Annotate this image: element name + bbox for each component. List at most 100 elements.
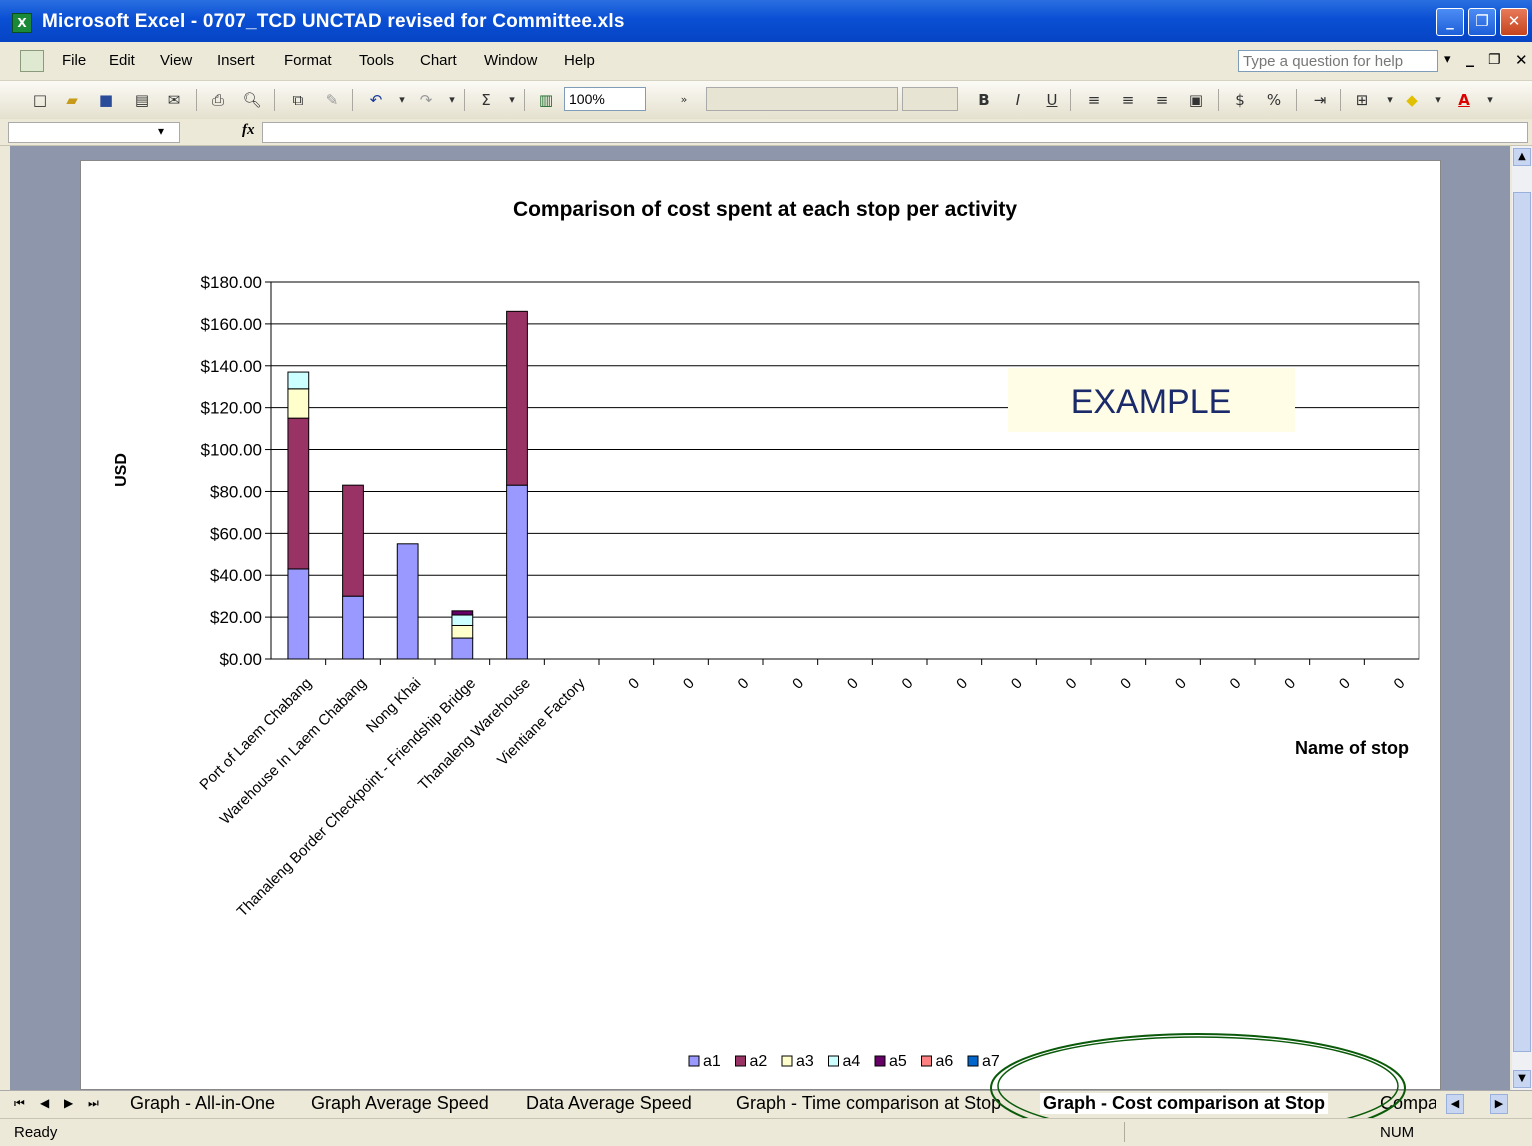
redo-icon[interactable]: ↷ (416, 90, 436, 110)
scroll-thumb[interactable] (1513, 192, 1531, 1052)
bold-button[interactable]: B (974, 90, 994, 110)
menu-view[interactable]: View (160, 52, 192, 69)
first-sheet-icon[interactable]: ⏮ (14, 1096, 25, 1111)
tab-graph-time-comparison[interactable]: Graph - Time comparison at Stop (736, 1093, 1004, 1114)
close-button[interactable]: ✕ (1500, 8, 1528, 36)
y-tick-label: $20.00 (210, 608, 262, 627)
align-left-icon[interactable]: ≡ (1084, 90, 1104, 110)
save-icon[interactable]: ■ (96, 90, 116, 110)
percent-button[interactable]: % (1264, 90, 1284, 110)
email-icon[interactable]: ✉ (164, 90, 184, 110)
minimize-button[interactable]: _ (1436, 8, 1464, 36)
borders-icon[interactable]: ⊞ (1352, 90, 1372, 110)
x-tick-label: 0 (625, 675, 643, 693)
font-color-dropdown-icon[interactable]: ▾ (1480, 90, 1500, 110)
tab-graph-all-in-one[interactable]: Graph - All-in-One (130, 1093, 275, 1114)
tab-data-average-speed[interactable]: Data Average Speed (526, 1093, 692, 1114)
scroll-up-button[interactable]: ▲ (1513, 148, 1531, 166)
underline-button[interactable]: U (1042, 90, 1062, 110)
legend-swatch-a7 (967, 1055, 979, 1067)
bar-segment-a1 (287, 568, 310, 660)
doc-minimize-icon[interactable]: _ (1466, 48, 1474, 67)
name-box[interactable] (8, 122, 180, 143)
doc-restore-icon[interactable]: ❐ (1488, 52, 1501, 68)
vertical-scrollbar[interactable]: ▲ ▼ (1512, 146, 1532, 1090)
bar-segment-a1 (396, 543, 419, 660)
last-sheet-icon[interactable]: ⏭ (88, 1096, 99, 1111)
menu-insert[interactable]: Insert (217, 52, 255, 69)
bar-segment-a4 (451, 614, 474, 626)
font-size-select[interactable] (902, 87, 958, 111)
x-tick-label: 0 (1227, 675, 1245, 693)
chart-doc-icon[interactable] (20, 50, 44, 72)
bar-segment-a2 (287, 417, 310, 570)
help-dropdown-icon[interactable]: ▾ (1444, 52, 1451, 67)
hscroll-right-button[interactable]: ▶ (1490, 1094, 1508, 1114)
x-tick-label: 0 (1281, 675, 1299, 693)
borders-dropdown-icon[interactable]: ▾ (1380, 90, 1400, 110)
print-icon[interactable]: ⎙ (208, 90, 228, 110)
menu-chart[interactable]: Chart (420, 52, 457, 69)
fill-color-dropdown-icon[interactable]: ▾ (1428, 90, 1448, 110)
menu-window[interactable]: Window (484, 52, 537, 69)
excel-app-icon[interactable]: X (12, 13, 32, 33)
menu-file[interactable]: File (62, 52, 86, 69)
bar-segment-a5 (451, 610, 474, 616)
doc-close-icon[interactable]: ✕ (1515, 51, 1528, 69)
redo-dropdown-icon[interactable]: ▾ (442, 90, 462, 110)
print-preview-icon[interactable]: 🔍︎ (242, 90, 262, 110)
font-name-select[interactable] (706, 87, 898, 111)
increase-indent-icon[interactable]: ⇥ (1310, 90, 1330, 110)
chart-title: Comparison of cost spent at each stop pe… (513, 198, 1017, 221)
help-search-input[interactable]: Type a question for help (1238, 50, 1438, 72)
legend-label-a3: a3 (796, 1053, 814, 1070)
x-tick-label: 0 (1172, 675, 1190, 693)
y-tick-label: $140.00 (201, 357, 262, 376)
chart-area[interactable]: Comparison of cost spent at each stop pe… (80, 160, 1441, 1090)
x-tick-label: 0 (899, 675, 917, 693)
new-file-icon[interactable]: □ (30, 90, 50, 110)
bar-segment-a1 (451, 637, 474, 660)
align-center-icon[interactable]: ≡ (1118, 90, 1138, 110)
merge-center-icon[interactable]: ▣ (1186, 90, 1206, 110)
menu-help[interactable]: Help (564, 52, 595, 69)
permission-icon[interactable]: ▤ (132, 90, 152, 110)
italic-button[interactable]: I (1008, 90, 1028, 110)
tab-graph-average-speed[interactable]: Graph Average Speed (311, 1093, 489, 1114)
undo-dropdown-icon[interactable]: ▾ (392, 90, 412, 110)
fill-color-icon[interactable]: ◆ (1402, 90, 1422, 110)
legend-label-a2: a2 (750, 1053, 768, 1070)
y-tick-label: $60.00 (210, 524, 262, 543)
menu-edit[interactable]: Edit (109, 52, 135, 69)
bar-segment-a1 (506, 484, 528, 660)
toolbar-options-icon[interactable]: » (674, 90, 694, 110)
formula-input[interactable] (262, 122, 1528, 143)
scroll-down-button[interactable]: ▼ (1513, 1070, 1531, 1088)
format-painter-icon[interactable]: ✎ (322, 90, 342, 110)
menu-tools[interactable]: Tools (359, 52, 394, 69)
menu-format[interactable]: Format (284, 52, 332, 69)
prev-sheet-icon[interactable]: ◀ (40, 1096, 49, 1110)
name-box-dropdown-icon[interactable]: ▾ (158, 124, 164, 138)
currency-button[interactable]: $ (1230, 90, 1250, 110)
autosum-dropdown-icon[interactable]: ▾ (502, 90, 522, 110)
hscroll-left-button[interactable]: ◀ (1446, 1094, 1464, 1114)
copy-icon[interactable]: ⧉ (288, 90, 308, 110)
next-sheet-icon[interactable]: ▶ (64, 1096, 73, 1110)
undo-icon[interactable]: ↶ (366, 90, 386, 110)
chart-wizard-icon[interactable]: ▥ (536, 90, 556, 110)
restore-button[interactable]: ❐ (1468, 8, 1496, 36)
zoom-select[interactable]: 100% (564, 87, 646, 111)
bar-segment-a3 (451, 624, 474, 639)
toolbar-divider (1340, 89, 1341, 111)
legend-swatch-a5 (874, 1055, 886, 1067)
bar-segment-a4 (287, 371, 310, 390)
cost-comparison-chart[interactable]: Comparison of cost spent at each stop pe… (81, 161, 1440, 1089)
autosum-icon[interactable]: Σ (476, 90, 496, 110)
toolbar-divider (524, 89, 525, 111)
legend-label-a6: a6 (936, 1053, 954, 1070)
open-folder-icon[interactable]: ▰ (62, 90, 82, 110)
function-icon[interactable]: fx (242, 122, 255, 139)
font-color-icon[interactable]: A (1454, 90, 1474, 110)
align-right-icon[interactable]: ≡ (1152, 90, 1172, 110)
